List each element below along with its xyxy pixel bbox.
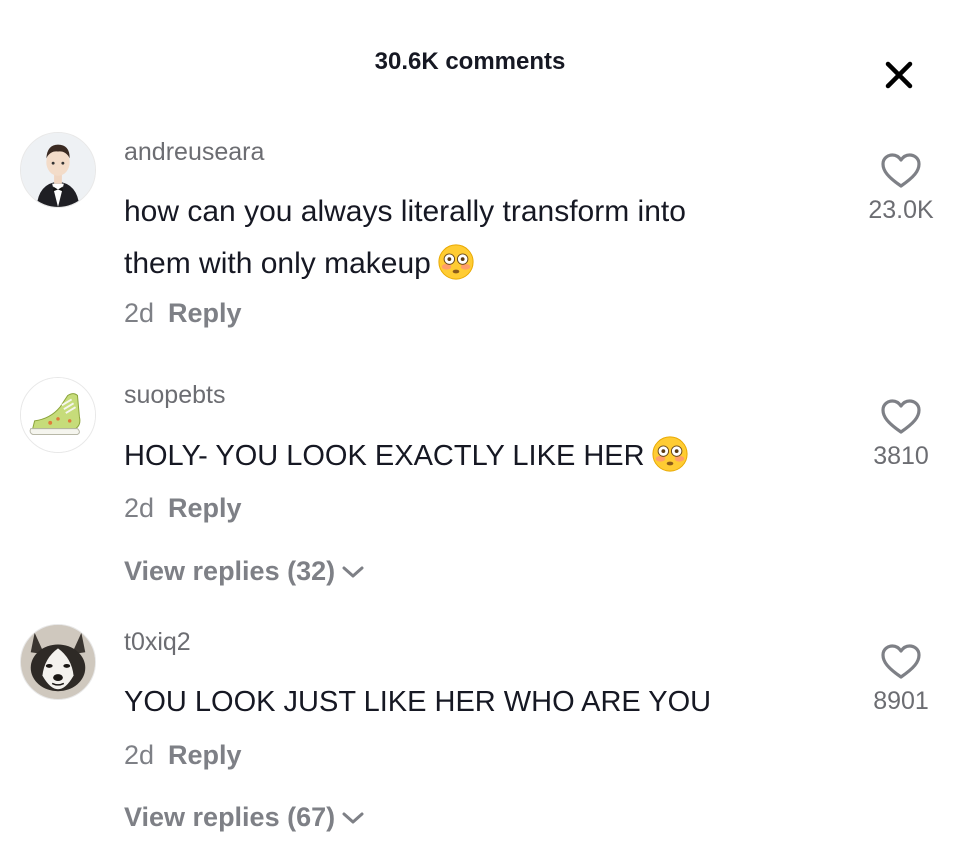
flushed-face-emoji (652, 436, 688, 472)
comment-text: how can you always literally transform i… (124, 186, 824, 290)
close-icon (885, 61, 913, 89)
heart-icon[interactable] (880, 643, 922, 681)
like-control: 8901 (841, 643, 960, 716)
comment-username[interactable]: t0xiq2 (124, 628, 191, 657)
comment-text-segment: HOLY- YOU LOOK EXACTLY LIKE HER (124, 440, 645, 472)
like-count: 3810 (873, 442, 929, 470)
like-control: 3810 (841, 398, 960, 471)
chevron-down-icon (342, 812, 364, 823)
comment-age: 2d (124, 493, 155, 523)
comment-text-line: how can you always literally transform i… (124, 195, 686, 228)
like-count: 8901 (873, 687, 929, 715)
comment-meta: 2d Reply (124, 740, 242, 771)
reply-button[interactable]: Reply (168, 493, 242, 523)
husky-dog-avatar (21, 625, 95, 699)
view-replies-label: View replies (67) (124, 802, 336, 832)
man-in-tuxedo-avatar (21, 133, 95, 207)
heart-icon[interactable] (880, 398, 922, 436)
comment-username[interactable]: suopebts (124, 381, 225, 410)
reply-button[interactable]: Reply (168, 740, 242, 770)
comment-text: YOU LOOK JUST LIKE HER WHO ARE YOU (124, 686, 712, 718)
comment-text-segment: them with only makeup (124, 247, 431, 280)
comment-meta: 2d Reply (124, 298, 242, 329)
like-control: 23.0K (841, 152, 960, 225)
comments-count-title: 30.6K comments (374, 48, 566, 75)
flushed-face-emoji (438, 244, 474, 280)
reply-button[interactable]: Reply (168, 298, 242, 328)
comment-age: 2d (124, 298, 155, 328)
avatar[interactable] (20, 624, 96, 700)
comment-age: 2d (124, 740, 155, 770)
comment-username[interactable]: andreuseara (124, 138, 264, 167)
view-replies-button[interactable]: View replies (67) (124, 802, 365, 833)
avatar[interactable] (20, 377, 96, 453)
comment-text: HOLY- YOU LOOK EXACTLY LIKE HER (124, 430, 824, 482)
comment-meta: 2d Reply (124, 493, 242, 524)
view-replies-label: View replies (32) (124, 556, 336, 586)
view-replies-button[interactable]: View replies (32) (124, 556, 365, 587)
close-button[interactable] (880, 56, 918, 94)
chevron-down-icon (342, 566, 364, 577)
avatar[interactable] (20, 132, 96, 208)
comment-text-line: them with only makeup (124, 238, 824, 290)
comments-sheet: 30.6K comments andreuseara how can you a… (0, 0, 960, 853)
like-count: 23.0K (868, 196, 934, 224)
heart-icon[interactable] (880, 152, 922, 190)
sneaker-avatar (21, 378, 95, 452)
